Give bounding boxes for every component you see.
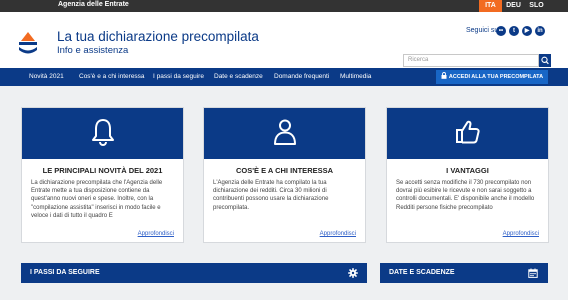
- gear-icon: [348, 268, 358, 278]
- agenzia-logo-icon[interactable]: [15, 30, 41, 56]
- lock-icon: [441, 72, 447, 79]
- youtube-icon[interactable]: ▶: [522, 26, 532, 36]
- section-passi-da-seguire[interactable]: I PASSI DA SEGUIRE: [21, 263, 367, 283]
- linkedin-icon[interactable]: in: [535, 26, 545, 36]
- nav-domande-frequenti[interactable]: Domande frequenti: [274, 68, 329, 86]
- section-title: DATE E SCADENZE: [389, 269, 455, 276]
- card-link-approfondisci[interactable]: Approfondisci: [503, 231, 539, 237]
- access-precompilata-button[interactable]: ACCEDI ALLA TUA PRECOMPILATA: [436, 70, 548, 84]
- card-header: [22, 108, 183, 159]
- search-input[interactable]: Ricerca: [403, 54, 539, 67]
- nav-date-e-scadenze[interactable]: Date e scadenze: [214, 68, 263, 86]
- search-icon: [541, 56, 549, 65]
- card-header: [387, 108, 548, 159]
- card-header: [204, 108, 365, 159]
- site-title[interactable]: La tua dichiarazione precompilata: [57, 29, 259, 44]
- card-text: L'Agenzia delle Entrate ha compilato la …: [213, 180, 329, 211]
- card-title: COS'È E A CHI INTERESSA: [235, 166, 334, 175]
- agency-link[interactable]: Agenzia delle Entrate: [58, 1, 129, 8]
- flickr-icon[interactable]: ••: [496, 26, 506, 36]
- thumbs-up-icon: [456, 120, 480, 144]
- lang-ita[interactable]: ITA: [479, 0, 502, 12]
- card-text: Se accetti senza modifiche il 730 precom…: [396, 180, 535, 211]
- follow-label: Seguici su: [466, 27, 499, 34]
- section-title: I PASSI DA SEGUIRE: [30, 269, 100, 276]
- main-nav: Novità 2021 Cos'è e a chi interessa I pa…: [0, 68, 568, 86]
- calendar-icon: [528, 268, 538, 278]
- card-cose: COS'È E A CHI INTERESSA L'Agenzia delle …: [203, 107, 366, 243]
- card-title: I VANTAGGI: [446, 166, 489, 175]
- person-icon: [274, 119, 296, 145]
- access-button-label: ACCEDI ALLA TUA PRECOMPILATA: [448, 74, 544, 80]
- nav-cose-e-a-chi-interessa[interactable]: Cos'è e a chi interessa: [79, 68, 145, 86]
- lang-slo[interactable]: SLO: [525, 0, 548, 12]
- bell-icon: [92, 119, 114, 146]
- card-vantaggi: I VANTAGGI Se accetti senza modifiche il…: [386, 107, 549, 243]
- nav-multimedia[interactable]: Multimedia: [340, 68, 371, 86]
- card-title: LE PRINCIPALI NOVITÀ DEL 2021: [42, 166, 163, 175]
- card-text: La dichiarazione precompilata che l'Agen…: [31, 180, 163, 219]
- card-link-approfondisci[interactable]: Approfondisci: [320, 231, 356, 237]
- section-date-e-scadenze[interactable]: DATE E SCADENZE: [380, 263, 548, 283]
- card-novita: LE PRINCIPALI NOVITÀ DEL 2021 La dichiar…: [21, 107, 184, 243]
- site-header: La tua dichiarazione precompilata Info e…: [0, 12, 568, 68]
- nav-passi-da-seguire[interactable]: I passi da seguire: [153, 68, 204, 86]
- card-link-approfondisci[interactable]: Approfondisci: [138, 231, 174, 237]
- top-bar: Agenzia delle Entrate ITA DEU SLO: [0, 0, 568, 12]
- twitter-icon[interactable]: t: [509, 26, 519, 36]
- nav-novita-2021[interactable]: Novità 2021: [29, 68, 64, 86]
- site-subtitle: Info e assistenza: [57, 45, 129, 56]
- search-button[interactable]: [539, 54, 551, 67]
- lang-deu[interactable]: DEU: [502, 0, 525, 12]
